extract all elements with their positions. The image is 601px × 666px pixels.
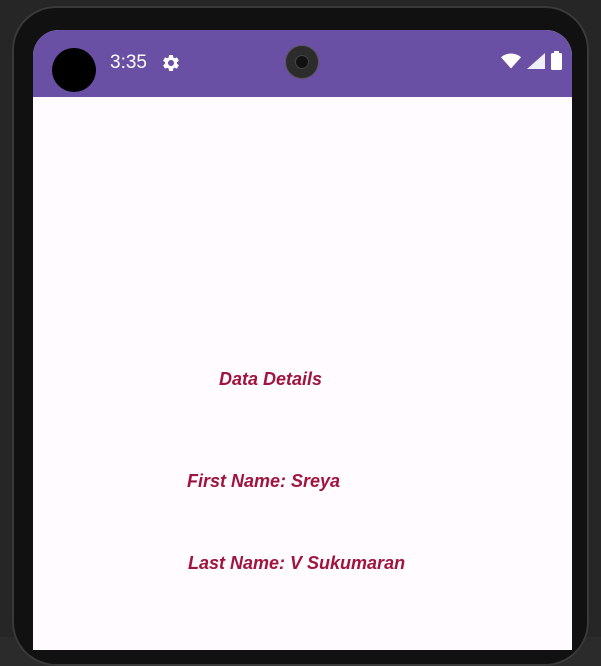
battery-icon: [551, 51, 562, 75]
status-time: 3:35: [110, 52, 147, 73]
last-name-label: Last Name: V Sukumaran: [188, 553, 406, 573]
wifi-icon: [501, 53, 521, 74]
status-icons: [501, 51, 562, 75]
settings-gear-icon: [161, 53, 181, 73]
status-bar: 3:35: [33, 30, 572, 97]
notification-dot: [52, 48, 96, 92]
first-name-label: First Name: Sreya: [187, 471, 341, 491]
signal-icon: [527, 52, 545, 74]
device-frame: 3:35 Data Details First Name: Sreya Last…: [0, 0, 601, 666]
app-screen: 3:35 Data Details First Name: Sreya Last…: [33, 30, 572, 650]
data-details-title: Data Details: [219, 369, 323, 389]
front-camera: [286, 46, 318, 78]
